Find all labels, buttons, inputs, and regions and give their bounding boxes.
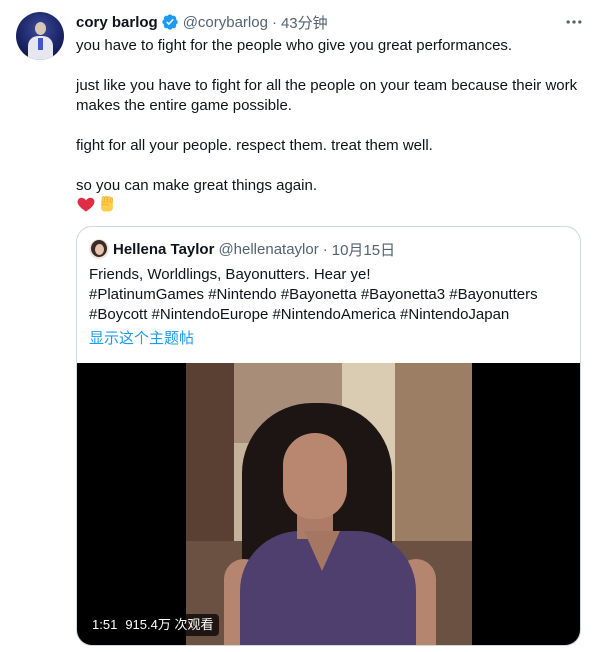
more-horizontal-icon[interactable] <box>563 12 585 32</box>
tweet: cory barlog @corybarlog · 43分钟 you have … <box>0 0 601 652</box>
video-view-count: 915.4万 次观看 <box>125 617 214 632</box>
tweet-paragraph: so you can make great things again. <box>76 177 317 194</box>
tweet-timestamp[interactable]: 43分钟 <box>281 12 328 33</box>
raised-fist-emoji-icon <box>96 194 117 220</box>
video-info-badge: 1:51 915.4万 次观看 <box>86 614 220 636</box>
video-player[interactable]: 1:51 915.4万 次观看 <box>77 363 580 645</box>
emoji-row <box>76 194 584 220</box>
tweet-paragraph: you have to fight for the people who giv… <box>76 37 513 54</box>
quoted-tweet-hashtags[interactable]: #Boycott #NintendoEurope #NintendoAmeric… <box>89 305 569 325</box>
quoted-tweet-line: Friends, Worldlings, Bayonutters. Hear y… <box>89 266 371 283</box>
quoted-author-name[interactable]: Hellena Taylor <box>113 241 214 258</box>
tweet-paragraph: just like you have to fight for all the … <box>76 77 578 114</box>
quoted-author-handle[interactable]: @hellenataylor <box>218 241 318 258</box>
quoted-tweet-hashtags[interactable]: #PlatinumGames #Nintendo #Bayonetta #Bay… <box>89 285 569 305</box>
verified-badge-icon <box>161 13 179 31</box>
video-duration: 1:51 <box>92 617 118 632</box>
separator-dot: · <box>322 240 328 258</box>
tweet-body: you have to fight for the people who giv… <box>76 36 584 218</box>
show-thread-link[interactable]: 显示这个主题帖 <box>89 327 194 348</box>
author-avatar[interactable] <box>16 12 64 60</box>
heart-emoji-icon <box>76 194 96 220</box>
quoted-tweet-text: Friends, Worldlings, Bayonutters. Hear y… <box>89 265 569 325</box>
video-thumbnail <box>186 363 472 645</box>
quoted-author-avatar[interactable] <box>89 239 109 259</box>
author-handle[interactable]: @corybarlog <box>183 14 268 31</box>
tweet-paragraph: fight for all your people. respect them.… <box>76 137 433 154</box>
tweet-header: cory barlog @corybarlog · 43分钟 <box>76 12 328 32</box>
quoted-tweet-header: Hellena Taylor @hellenataylor · 10月15日 <box>89 239 395 259</box>
quoted-tweet[interactable]: Hellena Taylor @hellenataylor · 10月15日 F… <box>76 226 581 646</box>
quoted-tweet-timestamp[interactable]: 10月15日 <box>332 239 395 260</box>
author-name[interactable]: cory barlog <box>76 14 158 31</box>
separator-dot: · <box>271 13 277 31</box>
